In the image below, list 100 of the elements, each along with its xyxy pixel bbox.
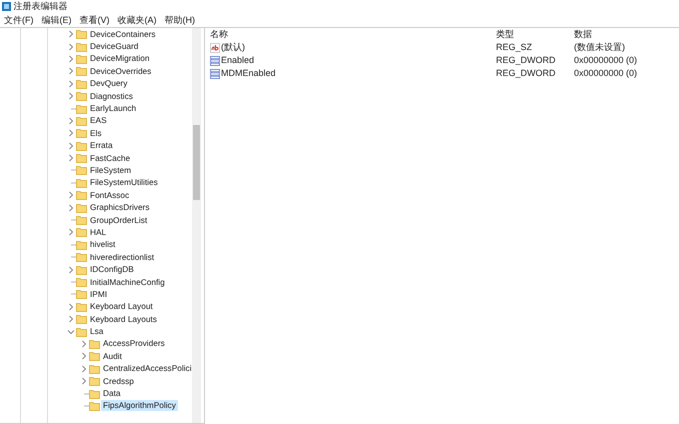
chevron-right-icon[interactable] (66, 128, 76, 138)
folder-icon (76, 178, 87, 188)
folder-icon (76, 264, 87, 275)
chevron-right-icon[interactable] (66, 314, 76, 324)
tree-item[interactable]: DeviceOverrides (88, 66, 154, 77)
tree-item[interactable]: IPMI (88, 288, 110, 300)
tree-item[interactable]: FileSystemUtilities (88, 177, 160, 188)
tree-item[interactable]: DeviceMigration (88, 53, 152, 64)
chevron-right-icon[interactable] (66, 42, 76, 52)
chevron-right-icon[interactable] (79, 351, 89, 362)
tree-item[interactable]: IDConfigDB (88, 264, 136, 276)
registry-editor-icon (2, 2, 12, 11)
folder-icon (76, 116, 87, 126)
tree-item[interactable]: DeviceGuard (88, 41, 140, 52)
menu-item[interactable]: 文件(F) (0, 13, 38, 27)
folder-icon (76, 42, 87, 52)
tree-item[interactable]: Data (101, 388, 123, 400)
chevron-right-icon[interactable] (66, 29, 76, 40)
folder-icon (76, 190, 87, 200)
tree-item[interactable]: FileSystem (88, 164, 134, 176)
folder-icon (76, 66, 87, 76)
chevron-right-icon[interactable] (66, 91, 76, 102)
tree-item[interactable]: Keyboard Layout (88, 301, 155, 312)
chevron-right-icon[interactable] (66, 54, 76, 64)
folder-icon (76, 29, 87, 40)
folder-icon (76, 104, 87, 114)
folder-icon (76, 153, 87, 164)
folder-icon (76, 140, 87, 151)
column-header[interactable]: 数据 (574, 28, 592, 41)
chevron-right-icon[interactable] (66, 153, 76, 164)
scrollbar-thumb[interactable] (193, 125, 200, 200)
menu-item[interactable]: 编辑(E) (38, 13, 76, 27)
tree-item[interactable]: Errata (88, 140, 115, 152)
menu-item[interactable]: 收藏夹(A) (114, 13, 160, 27)
scrollbar[interactable] (192, 28, 201, 423)
folder-icon (89, 376, 100, 386)
value-type: REG_DWORD (496, 54, 557, 67)
menu-item[interactable]: 查看(V) (76, 13, 114, 27)
column-header[interactable]: 名称 (205, 28, 496, 41)
tree-item[interactable]: GraphicsDrivers (88, 202, 152, 214)
tree-item[interactable]: CentralizedAccessPolici (101, 363, 194, 374)
chevron-right-icon[interactable] (79, 376, 89, 386)
chevron-right-icon[interactable] (79, 364, 89, 374)
menu-item[interactable]: 帮助(H) (160, 13, 199, 27)
folder-icon (76, 326, 87, 337)
chevron-right-icon[interactable] (66, 202, 76, 213)
tree-item[interactable]: EarlyLaunch (88, 103, 138, 114)
folder-icon (76, 54, 87, 64)
tree-item[interactable]: GroupOrderList (88, 214, 150, 226)
tree-item[interactable]: Els (88, 128, 104, 139)
tree-item[interactable]: hivelist (88, 239, 118, 250)
chevron-right-icon[interactable] (66, 116, 76, 126)
chevron-right-icon[interactable] (66, 140, 76, 151)
tree-item[interactable]: FastCache (88, 152, 132, 164)
folder-icon (89, 400, 100, 411)
chevron-right-icon[interactable] (66, 302, 76, 312)
chevron-right-icon[interactable] (66, 264, 76, 275)
tree-item[interactable]: AccessProviders (101, 338, 167, 350)
tree-item[interactable]: FontAssoc (88, 190, 132, 201)
tree-item[interactable]: Keyboard Layouts (88, 314, 159, 325)
value-name[interactable]: (默认) (221, 41, 245, 54)
tree-item[interactable]: Credssp (101, 376, 136, 387)
chevron-right-icon[interactable] (66, 78, 76, 89)
value-data: (数值未设置) (574, 41, 625, 54)
window-title: 注册表编辑器 (14, 0, 68, 13)
folder-icon (76, 78, 87, 89)
folder-icon (76, 289, 87, 300)
folder-icon (76, 227, 87, 238)
value-type: REG_DWORD (496, 67, 557, 80)
value-name[interactable]: MDMEnabled (221, 67, 276, 80)
chevron-right-icon[interactable] (66, 190, 76, 200)
folder-icon (76, 314, 87, 324)
column-header[interactable]: 类型 (496, 28, 574, 41)
value-data: 0x00000000 (0) (574, 67, 638, 80)
chevron-right-icon[interactable] (79, 338, 89, 349)
tree-item[interactable]: InitialMachineConfig (88, 276, 167, 288)
folder-icon (76, 202, 87, 213)
binary-value-icon (210, 68, 220, 78)
value-type: REG_SZ (496, 41, 534, 54)
tree-item[interactable]: DevQuery (88, 78, 130, 90)
value-data: 0x00000000 (0) (574, 54, 638, 67)
binary-value-icon (210, 56, 220, 66)
tree-item[interactable]: FipsAlgorithmPolicy (101, 400, 178, 412)
folder-icon (76, 128, 87, 138)
folder-icon (89, 351, 100, 362)
tree-item[interactable]: EAS (88, 115, 109, 126)
folder-icon (89, 338, 100, 349)
chevron-right-icon[interactable] (66, 227, 76, 238)
folder-icon (76, 215, 87, 226)
tree-item[interactable]: Lsa (88, 326, 106, 338)
tree-item[interactable]: HAL (88, 226, 108, 238)
chevron-right-icon[interactable] (66, 66, 76, 76)
tree-item[interactable]: Diagnostics (88, 90, 135, 102)
folder-icon (76, 240, 87, 250)
tree-item[interactable]: hiveredirectionlist (88, 252, 156, 263)
value-name[interactable]: Enabled (221, 54, 254, 67)
folder-icon (76, 165, 87, 176)
tree-item[interactable]: Audit (101, 350, 124, 362)
tree-item[interactable]: DeviceContainers (88, 28, 158, 40)
folder-icon (76, 91, 87, 102)
